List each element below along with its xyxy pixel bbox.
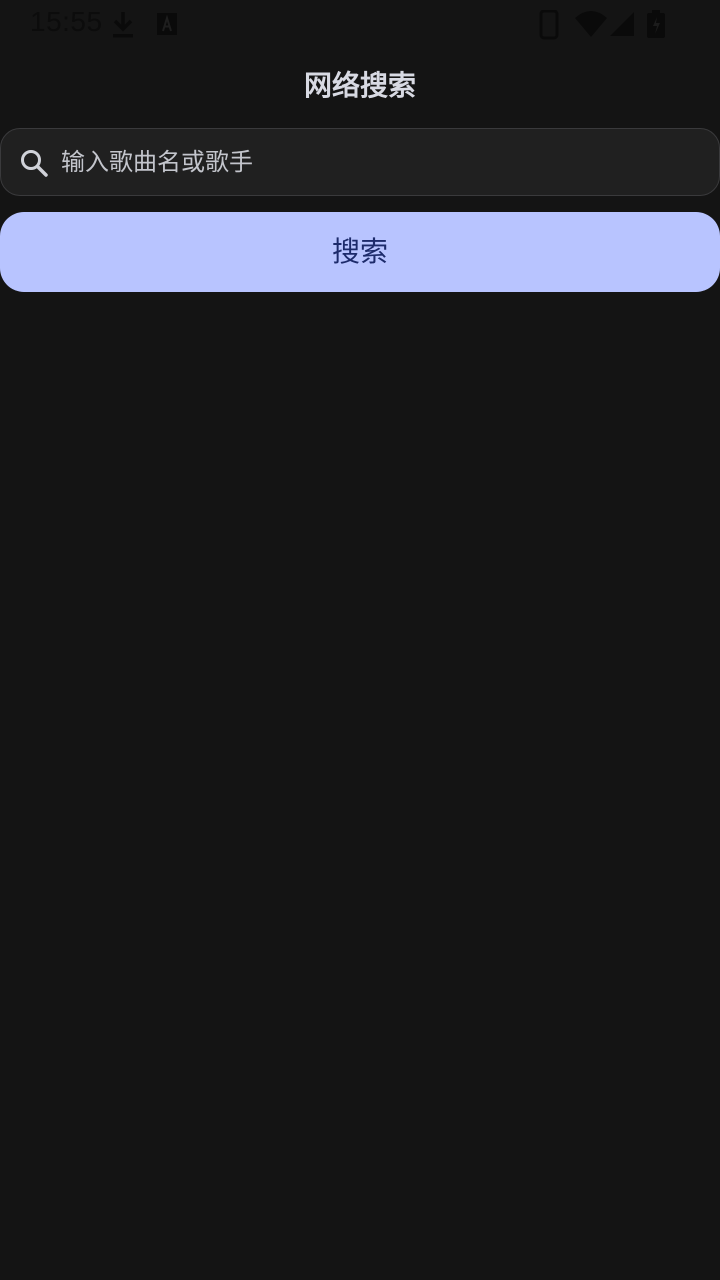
search-icon bbox=[19, 148, 49, 182]
a-notification-icon bbox=[154, 10, 180, 42]
search-button[interactable]: 搜索 bbox=[0, 212, 720, 292]
search-placeholder: 输入歌曲名或歌手 bbox=[61, 148, 253, 176]
phone-icon bbox=[538, 9, 560, 44]
page-title: 网络搜索 bbox=[303, 69, 416, 102]
battery-icon bbox=[645, 10, 667, 44]
wifi-icon bbox=[575, 10, 607, 42]
status-time: 15:55 bbox=[30, 6, 103, 37]
status-bar: 15:55 bbox=[0, 0, 720, 48]
download-icon bbox=[110, 10, 136, 44]
network-search-screen: 15:55 网络搜索 输入歌曲名或歌手 搜索 bbox=[0, 0, 720, 1280]
search-input[interactable]: 输入歌曲名或歌手 bbox=[0, 128, 720, 196]
cell-signal-icon bbox=[608, 10, 636, 42]
